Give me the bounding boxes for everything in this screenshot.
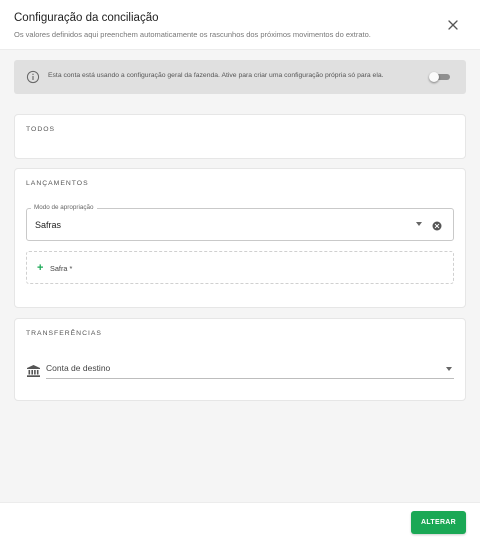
appropriation-mode-select[interactable]: Modo de apropriação Safras: [26, 204, 454, 241]
chevron-down-icon[interactable]: [446, 367, 452, 371]
info-icon: [26, 70, 40, 84]
chevron-down-icon[interactable]: [416, 222, 422, 226]
banner-text: Esta conta está usando a configuração ge…: [48, 72, 384, 79]
section-todos: TODOS: [14, 114, 466, 159]
dialog-title: Configuração da conciliação: [14, 12, 159, 24]
add-safra-label: Safra *: [50, 264, 73, 273]
clear-icon[interactable]: [432, 221, 442, 231]
add-safra-button[interactable]: + Safra *: [26, 251, 454, 284]
select-label: Modo de apropriação: [31, 204, 97, 211]
toggle-thumb: [429, 72, 439, 82]
section-lancamentos: LANÇAMENTOS Modo de apropriação Safras +…: [14, 168, 466, 308]
plus-icon: +: [37, 262, 44, 274]
dialog-footer: ALTERAR: [0, 502, 480, 540]
custom-config-toggle[interactable]: [429, 72, 451, 82]
destination-placeholder: Conta de destino: [46, 363, 111, 373]
select-value: Safras: [35, 220, 62, 230]
section-title: TRANSFERÊNCIAS: [26, 330, 102, 337]
destination-account-select[interactable]: Conta de destino: [46, 357, 454, 379]
dialog-content: Esta conta está usando a configuração ge…: [0, 50, 480, 502]
dialog-subtitle: Os valores definidos aqui preenchem auto…: [14, 30, 371, 39]
section-title: TODOS: [26, 126, 56, 133]
section-title: LANÇAMENTOS: [26, 180, 89, 187]
close-icon: [448, 20, 458, 30]
section-transferencias: TRANSFERÊNCIAS Conta de destino: [14, 318, 466, 401]
bank-icon: [27, 365, 40, 377]
alterar-button[interactable]: ALTERAR: [411, 511, 466, 534]
close-button[interactable]: [444, 16, 462, 34]
dialog-header: Configuração da conciliação Os valores d…: [0, 0, 480, 50]
info-banner: Esta conta está usando a configuração ge…: [14, 60, 466, 94]
